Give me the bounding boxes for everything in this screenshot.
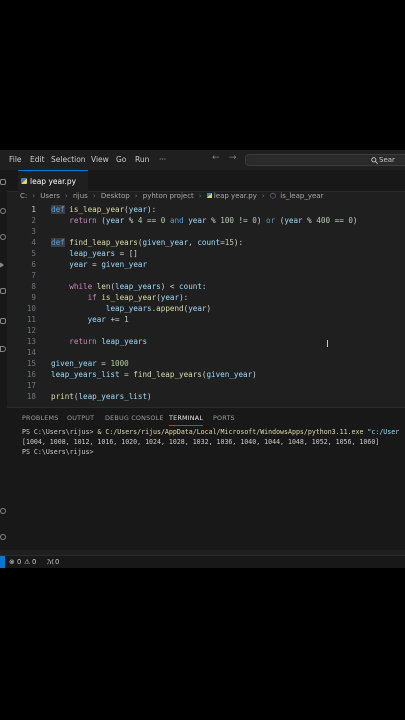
tab-label: leap year.py [30, 177, 77, 186]
remote-indicator[interactable] [0, 556, 5, 568]
menu-go[interactable]: Go [116, 155, 126, 164]
breadcrumb-users[interactable]: Users [40, 192, 60, 200]
breadcrumb-desktop[interactable]: Desktop [101, 192, 130, 200]
search-icon[interactable] [0, 208, 6, 214]
menu-run[interactable]: Run [135, 155, 149, 164]
code-line: 18 print(leap_years_list) [26, 392, 152, 401]
editor-tab-bar: leap year.py [7, 170, 405, 192]
tab-terminal[interactable]: TERMINAL [169, 414, 204, 426]
activity-bar [0, 170, 7, 550]
settings-gear-icon[interactable] [0, 534, 6, 540]
forward-arrow-icon[interactable]: → [229, 153, 237, 163]
code-line: 12 [26, 326, 36, 335]
menu-selection[interactable]: Selection [51, 155, 86, 164]
ports-count[interactable]: 0 [55, 558, 59, 566]
code-line: 1 def is_leap_year(year): [31, 205, 157, 214]
run-debug-icon[interactable] [0, 262, 4, 268]
code-line: 17 [26, 381, 36, 390]
menu-file[interactable]: File [9, 155, 22, 164]
breadcrumb-symbol[interactable]: is_leap_year [280, 192, 323, 200]
menu-edit[interactable]: Edit [30, 155, 45, 164]
error-count[interactable]: 0 [17, 558, 21, 566]
breadcrumb-drive[interactable]: C: [20, 192, 27, 200]
search-icon [371, 157, 378, 164]
code-line: 2 return (year % 4 == 0 and year % 100 !… [31, 216, 358, 225]
back-arrow-icon[interactable]: ← [212, 153, 220, 163]
python-file-icon [206, 193, 212, 198]
title-bar: File Edit Selection View Go Run ··· ← → … [0, 150, 405, 170]
source-control-icon[interactable] [0, 234, 6, 240]
command-center-text: Sear [379, 156, 395, 164]
code-line: 3 [31, 227, 36, 236]
remote-explorer-icon[interactable] [0, 318, 6, 324]
status-bar: ⊗ 0 ⚠ 0 ℳ 0 [0, 555, 405, 568]
warning-icon[interactable]: ⚠ [24, 558, 30, 566]
testing-icon[interactable] [0, 346, 6, 352]
errors-icon[interactable]: ⊗ [9, 558, 15, 566]
tab-ports[interactable]: PORTS [213, 414, 235, 422]
code-line: 15 given_year = 1000 [26, 359, 129, 368]
mouse-cursor-icon: I [326, 339, 329, 350]
code-line: 16 leap_years_list = find_leap_years(give… [26, 370, 257, 379]
command-center-search[interactable]: Sear [245, 154, 405, 166]
code-line: 8 while len(leap_years) < count: [31, 282, 207, 291]
ports-icon[interactable]: ℳ [47, 558, 54, 566]
code-line: 14 [26, 348, 36, 357]
breadcrumb-user[interactable]: rijus [73, 192, 88, 200]
python-file-icon [21, 178, 27, 184]
extensions-icon[interactable] [0, 288, 6, 294]
code-editor[interactable]: 1 def is_leap_year(year): 2 return (year … [7, 204, 405, 404]
terminal-command-line[interactable]: PS C:\Users\rijus> & C:/Users/rijus/AppD… [22, 428, 399, 436]
account-icon[interactable] [0, 508, 6, 514]
code-line: 11 year += 1 [26, 315, 129, 324]
menu-view[interactable]: View [91, 155, 109, 164]
code-line: 13 return leap_years [26, 337, 148, 346]
tab-debug-console[interactable]: DEBUG CONSOLE [105, 414, 164, 422]
vscode-window: File Edit Selection View Go Run ··· ← → … [0, 150, 405, 568]
tab-leap-year-py[interactable]: leap year.py [18, 170, 88, 192]
tab-output[interactable]: OUTPUT [67, 414, 94, 422]
menu-more[interactable]: ··· [159, 155, 166, 164]
function-symbol-icon: ⬡ [269, 192, 277, 200]
code-line: 7 [31, 271, 36, 280]
code-line: 6 year = given_year [31, 260, 148, 269]
terminal-prompt[interactable]: PS C:\Users\rijus> [22, 448, 93, 456]
terminal-output: [1004, 1008, 1012, 1016, 1020, 1024, 102… [22, 438, 380, 446]
code-line: 4 def find_leap_years(given_year, count=1… [31, 238, 244, 247]
breadcrumb-project[interactable]: pyhton project [143, 192, 194, 200]
explorer-icon[interactable] [0, 179, 6, 185]
code-line: 5 leap_years = [] [31, 249, 138, 258]
bottom-panel: PROBLEMS OUTPUT DEBUG CONSOLE TERMINAL P… [7, 407, 405, 550]
warning-count[interactable]: 0 [32, 558, 36, 566]
code-line: 9 if is_leap_year(year): [31, 293, 189, 302]
code-line: 10 leap_years.append(year) [26, 304, 212, 313]
tab-problems[interactable]: PROBLEMS [22, 414, 58, 422]
breadcrumb: C: › Users › rijus › Desktop › pyhton projec… [20, 192, 324, 200]
breadcrumb-file[interactable]: leap year.py [214, 192, 257, 200]
